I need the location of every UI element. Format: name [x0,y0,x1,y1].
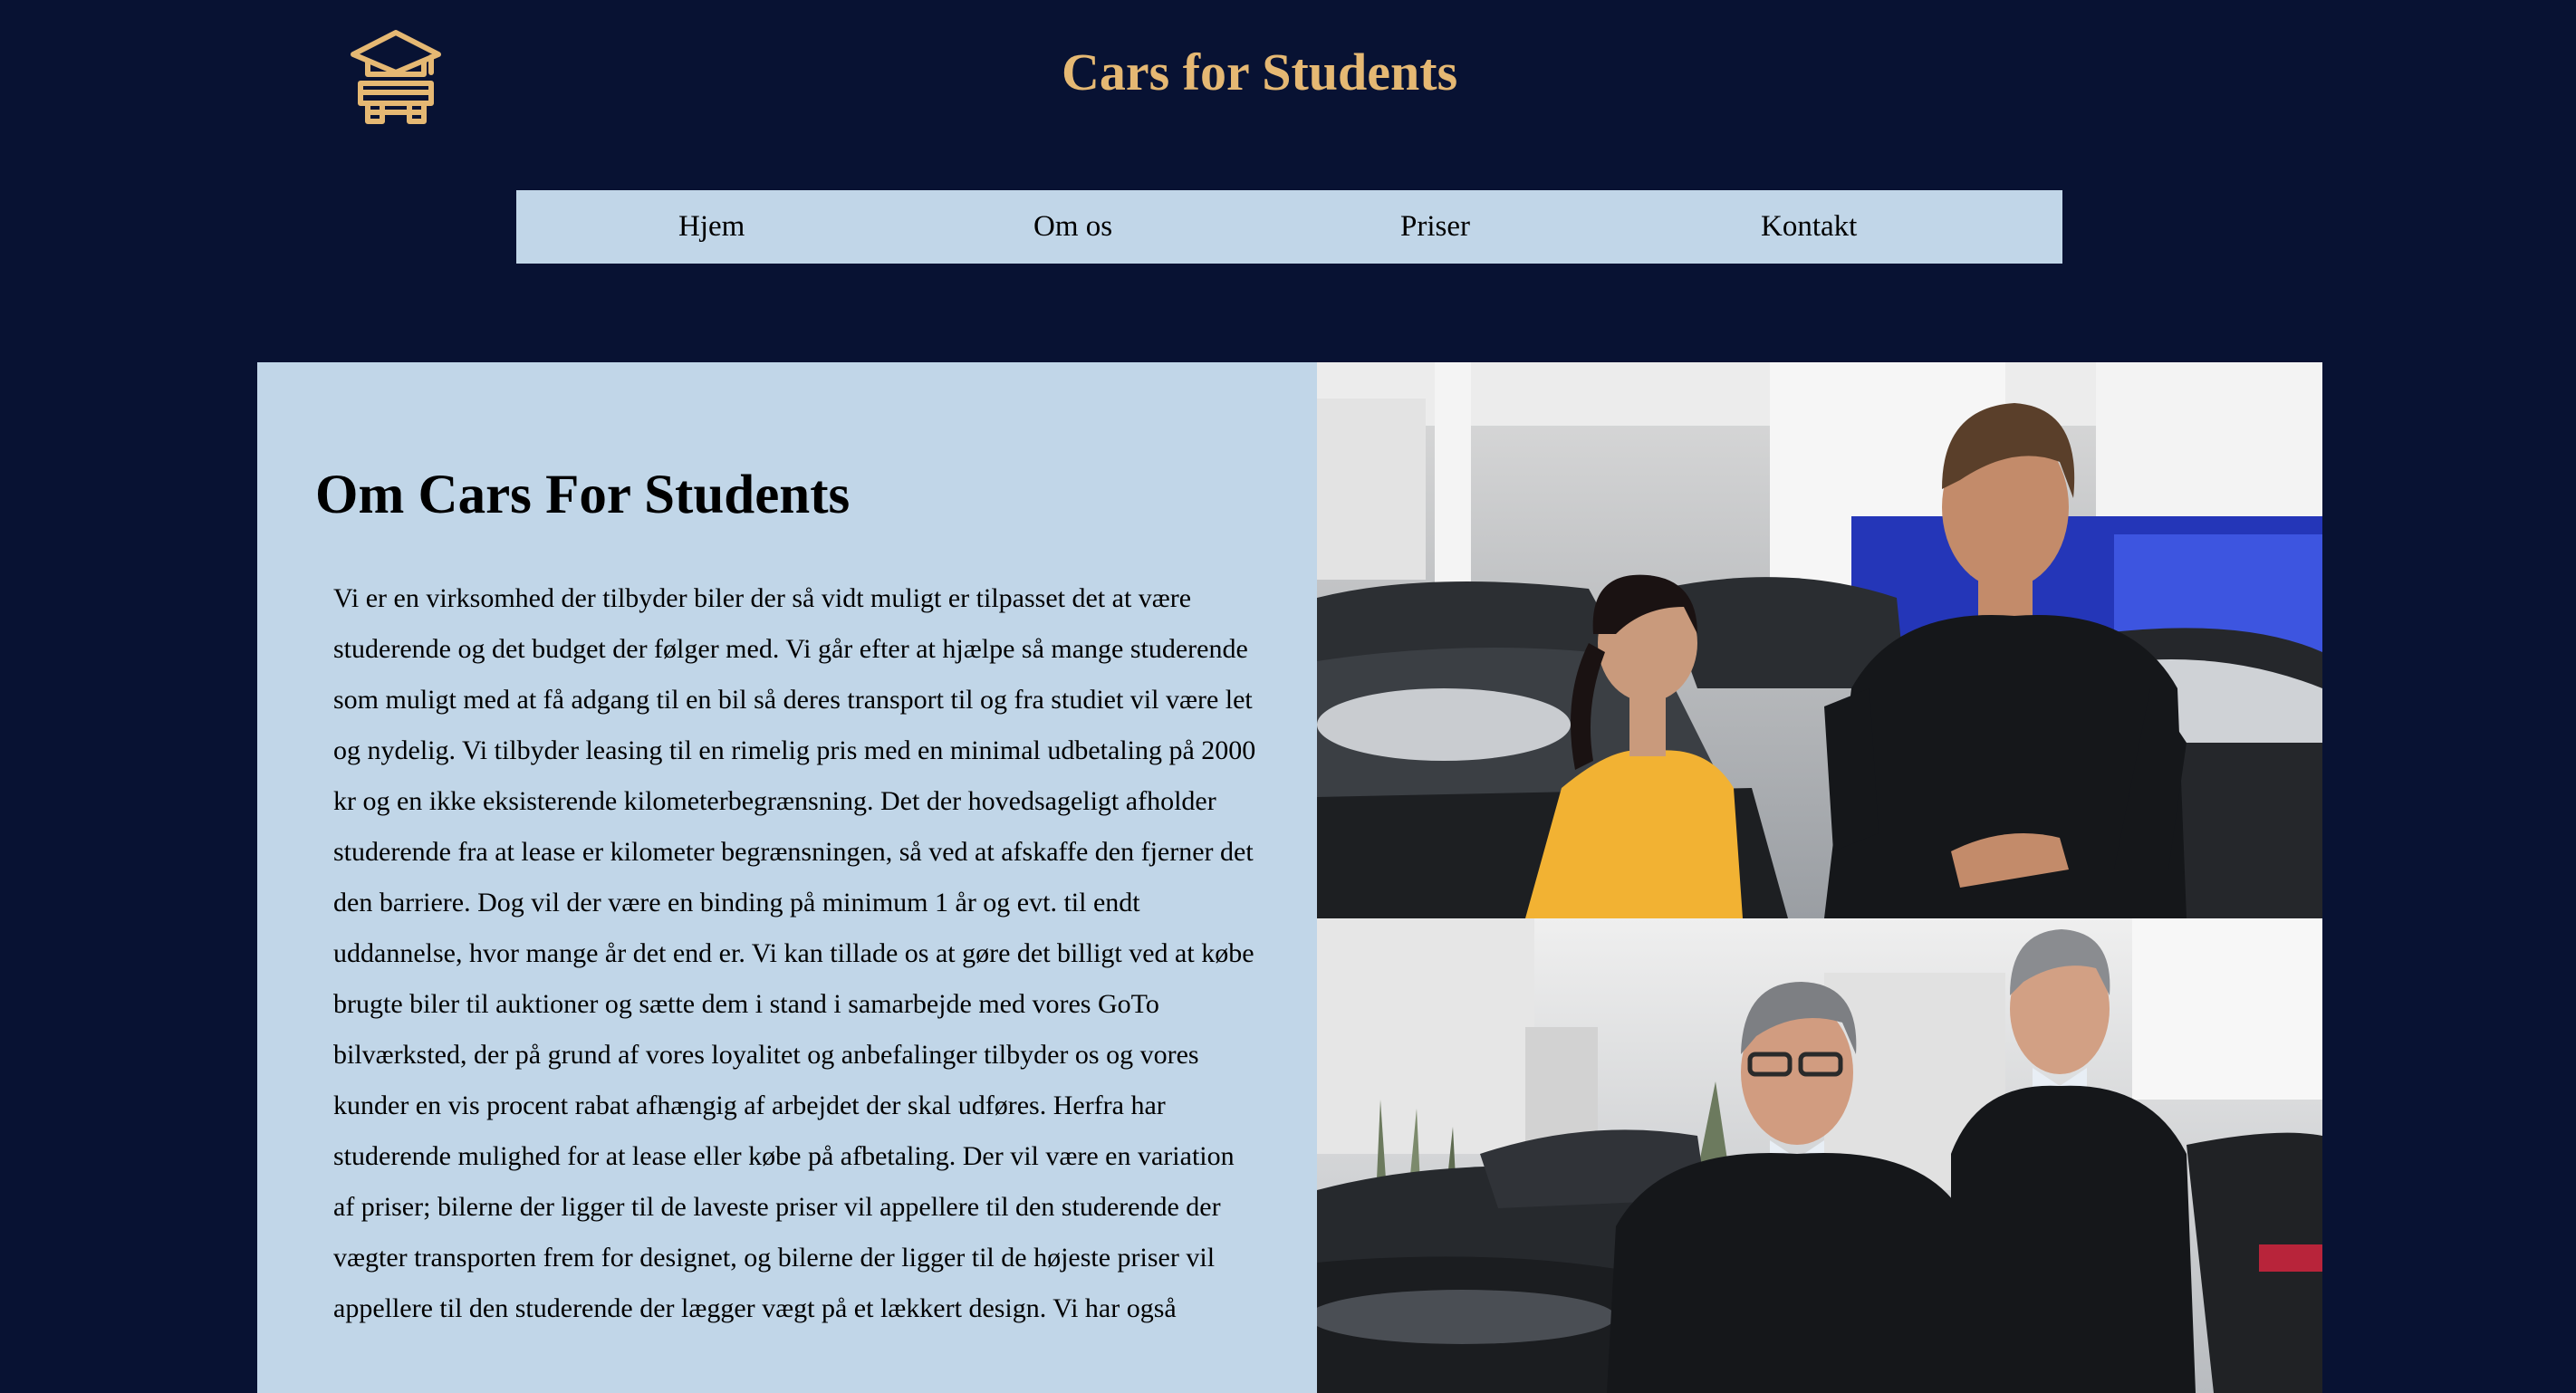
page: Cars for Students Hjem Om os Priser Kont… [0,0,2576,1393]
site-title: Cars for Students [1062,43,1458,101]
nav-item-om-os[interactable]: Om os [1033,190,1112,264]
two-dealers-photo [1317,918,2322,1393]
nav-item-priser[interactable]: Priser [1400,190,1470,264]
main-nav: Hjem Om os Priser Kontakt [516,190,2062,264]
about-section: Om Cars For Students Vi er en virksomhed… [257,362,2322,1393]
graduation-cap-car-icon[interactable] [348,27,444,129]
salesman-with-student-photo [1317,362,2322,918]
nav-item-hjem[interactable]: Hjem [678,190,745,264]
nav-item-kontakt[interactable]: Kontakt [1761,190,1857,264]
about-heading: Om Cars For Students [315,465,851,525]
about-body-text: Vi er en virksomhed der tilbyder biler d… [333,583,1256,1323]
